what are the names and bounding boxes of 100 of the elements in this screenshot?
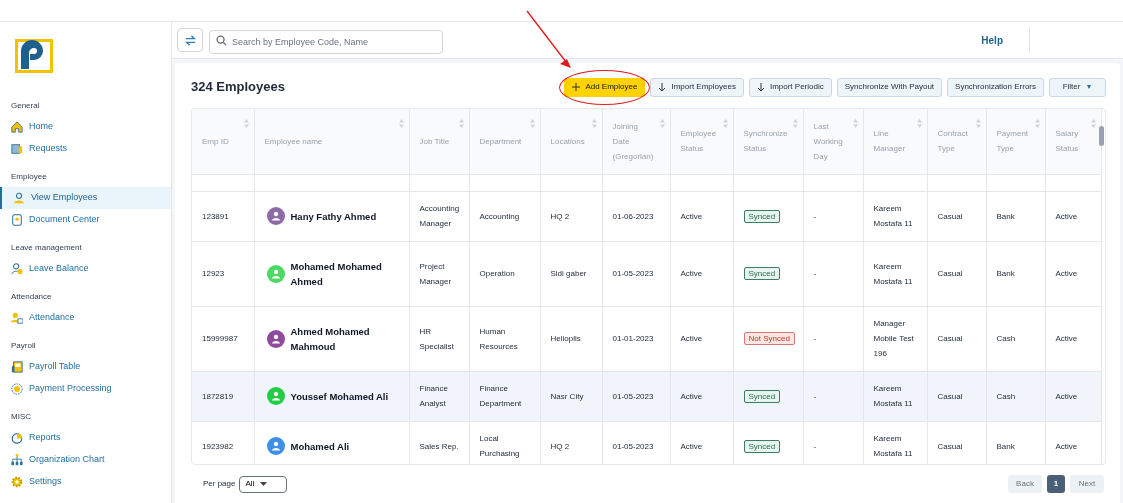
- pagination-button[interactable]: 1: [1047, 475, 1065, 493]
- sidebar-item[interactable]: View Employees: [0, 187, 171, 209]
- employee-name: Youssef Mohamed Ali: [290, 389, 389, 404]
- table-cell-text: Cash: [996, 391, 1016, 401]
- sort-icon[interactable]: [792, 119, 798, 128]
- action-button[interactable]: Synchronization Errors: [947, 77, 1044, 97]
- per-page-select[interactable]: All: [239, 475, 288, 493]
- employee-name: Ahmed Mohamed Mahmoud: [290, 324, 371, 354]
- table-cell-text: Kareem Mostafa 11: [873, 434, 913, 458]
- table-row[interactable]: 123891 Hany Fathy Ahmed Accounting Manager Accounting HQ 2 01-06-2023 Active Synced - Kareem Mostafa 11 Casual Bank Active: [192, 191, 1101, 241]
- action-button[interactable]: Add Employee: [564, 77, 646, 97]
- person-card-icon: [11, 312, 23, 324]
- table-cell-text: -: [813, 391, 817, 401]
- search-field[interactable]: Search by Employee Code, Name: [209, 30, 443, 54]
- table-row[interactable]: 1872819 Youssef Mohamed Ali Finance Analyst Finance Department Nasr City 01-05-2023 Active Synced - Kareem Mostafa 11 Casual Cash Active: [192, 371, 1101, 421]
- per-page-label: Per page: [203, 478, 236, 490]
- table-cell-text: Local Purchasing: [479, 434, 520, 458]
- page-title: 324 Employees: [191, 78, 285, 97]
- sync-status-badge: Synced: [743, 439, 781, 453]
- table-cell-text: Helioplis: [550, 334, 581, 343]
- employee-name: Hany Fathy Ahmed: [290, 209, 377, 224]
- coin-icon: [11, 383, 23, 395]
- sidebar-item[interactable]: Home: [0, 116, 171, 138]
- sidebar-item[interactable]: Document Center: [0, 209, 171, 231]
- table-cell-text: Cash: [996, 334, 1016, 343]
- sync-status-badge: Synced: [743, 389, 781, 403]
- table-cell-text: HR Specialist: [419, 326, 454, 351]
- sort-icon[interactable]: [591, 119, 597, 128]
- sort-icon[interactable]: [722, 119, 728, 128]
- table-cell-text: 01-05-2023: [612, 391, 654, 401]
- section-label: Payroll: [11, 340, 37, 352]
- table-cell-text: Casual: [937, 334, 963, 343]
- employee-name: Mohamed Ali: [290, 439, 350, 454]
- search-icon: [216, 35, 227, 46]
- table-cell-text: Accounting Manager: [419, 204, 460, 228]
- sidebar-item[interactable]: Attendance: [0, 307, 171, 329]
- section-label: MISC: [11, 411, 32, 423]
- table-cell-text: -: [813, 441, 817, 451]
- table-cell-text: 01-01-2023: [612, 334, 654, 343]
- table-cell-text: HQ 2: [550, 211, 570, 221]
- sort-icon[interactable]: [1090, 119, 1096, 128]
- table-cell-text: Bank: [996, 441, 1015, 451]
- sort-icon[interactable]: [1034, 119, 1040, 128]
- action-button[interactable]: Synchronize With Payout: [836, 77, 943, 97]
- sort-icon[interactable]: [243, 119, 249, 128]
- table-cell-text: Finance Department: [479, 384, 522, 408]
- sort-icon[interactable]: [529, 119, 535, 128]
- table-cell-text: Casual: [937, 211, 963, 221]
- table-cell-text: Kareem Mostafa 11: [873, 204, 913, 228]
- sort-icon[interactable]: [659, 119, 665, 128]
- action-button[interactable]: Import Employees: [650, 77, 744, 97]
- sidebar-item[interactable]: Payment Processing: [0, 378, 171, 400]
- employee-name: Mohamed Mohamed Ahmed: [290, 259, 383, 289]
- help-link[interactable]: Help: [981, 32, 1003, 48]
- sidebar-item[interactable]: Leave Balance: [0, 258, 171, 280]
- table-cell-text: Active: [1055, 391, 1078, 401]
- sidebar-item[interactable]: Organization Chart: [0, 449, 171, 471]
- sort-icon[interactable]: [852, 119, 858, 128]
- annotation-arrow: [526, 9, 573, 68]
- scrollbar-thumb[interactable]: [1099, 126, 1104, 146]
- table-cell-text: -: [813, 211, 817, 221]
- section-label: Leave management: [11, 242, 83, 254]
- sidebar-item[interactable]: Payroll Table: [0, 356, 171, 378]
- table-row[interactable]: 1923982 Mohamed Ali Sales Rep. Local Purchasing HQ 2 01-05-2023 Active Synced - Kareem Mostafa 11 Casual Bank Active: [192, 421, 1101, 464]
- sort-icon[interactable]: [458, 119, 464, 128]
- table-cell-text: Active: [680, 269, 703, 278]
- sidebar-toggle-button[interactable]: [177, 28, 203, 52]
- person-clock-icon: [11, 263, 23, 275]
- sync-status-badge: Synced: [743, 209, 781, 223]
- gear-icon: [11, 476, 23, 488]
- table-cell-text: Accounting: [479, 211, 520, 221]
- action-button[interactable]: Import Periodic: [748, 77, 832, 97]
- table-cell-text: 123891: [202, 211, 229, 221]
- table-cell-text: Finance Analyst: [419, 384, 448, 408]
- table-cell-text: Active: [680, 334, 703, 343]
- logo-icon: [15, 39, 53, 73]
- table-cell-text: Casual: [937, 391, 963, 401]
- table-cell-text: Active: [1055, 211, 1078, 221]
- sidebar-item[interactable]: Requests: [0, 138, 171, 160]
- sort-icon[interactable]: [916, 119, 922, 128]
- sort-icon[interactable]: [398, 119, 404, 128]
- org-chart-icon: [11, 454, 23, 466]
- document-person-icon: [11, 214, 23, 226]
- table-row[interactable]: 12923 Mohamed Mohamed Ahmed Project Manager Operation Sidi gaber 01-05-2023 Active Synced - Kareem Mostafa 11 Casual Bank Active: [192, 241, 1101, 306]
- sort-icon[interactable]: [975, 119, 981, 128]
- table-cell-text: Kareem Mostafa 11: [873, 384, 913, 408]
- table-cell-text: 12923: [202, 269, 225, 278]
- home-icon: [11, 121, 23, 133]
- table-cell-text: Sidi gaber: [550, 269, 587, 278]
- table-cell-text: Project Manager: [419, 261, 452, 286]
- table-row[interactable]: 15999987 Ahmed Mohamed Mahmoud HR Specialist Human Resources Helioplis 01-01-2023 Active Not Synced - Manager Mobile Test 196 Casual Cash Active: [192, 306, 1101, 371]
- clipboard-icon: [11, 143, 23, 155]
- ledger-icon: [11, 361, 23, 373]
- sidebar-item[interactable]: Settings: [0, 471, 171, 493]
- table-cell-text: 01-06-2023: [612, 211, 654, 221]
- down-arrow-icon: [658, 82, 667, 92]
- table-cell-text: Operation: [479, 269, 515, 278]
- sidebar-item[interactable]: Reports: [0, 427, 171, 449]
- table-cell-text: Casual: [937, 269, 963, 278]
- table-cell-text: Active: [1055, 441, 1078, 451]
